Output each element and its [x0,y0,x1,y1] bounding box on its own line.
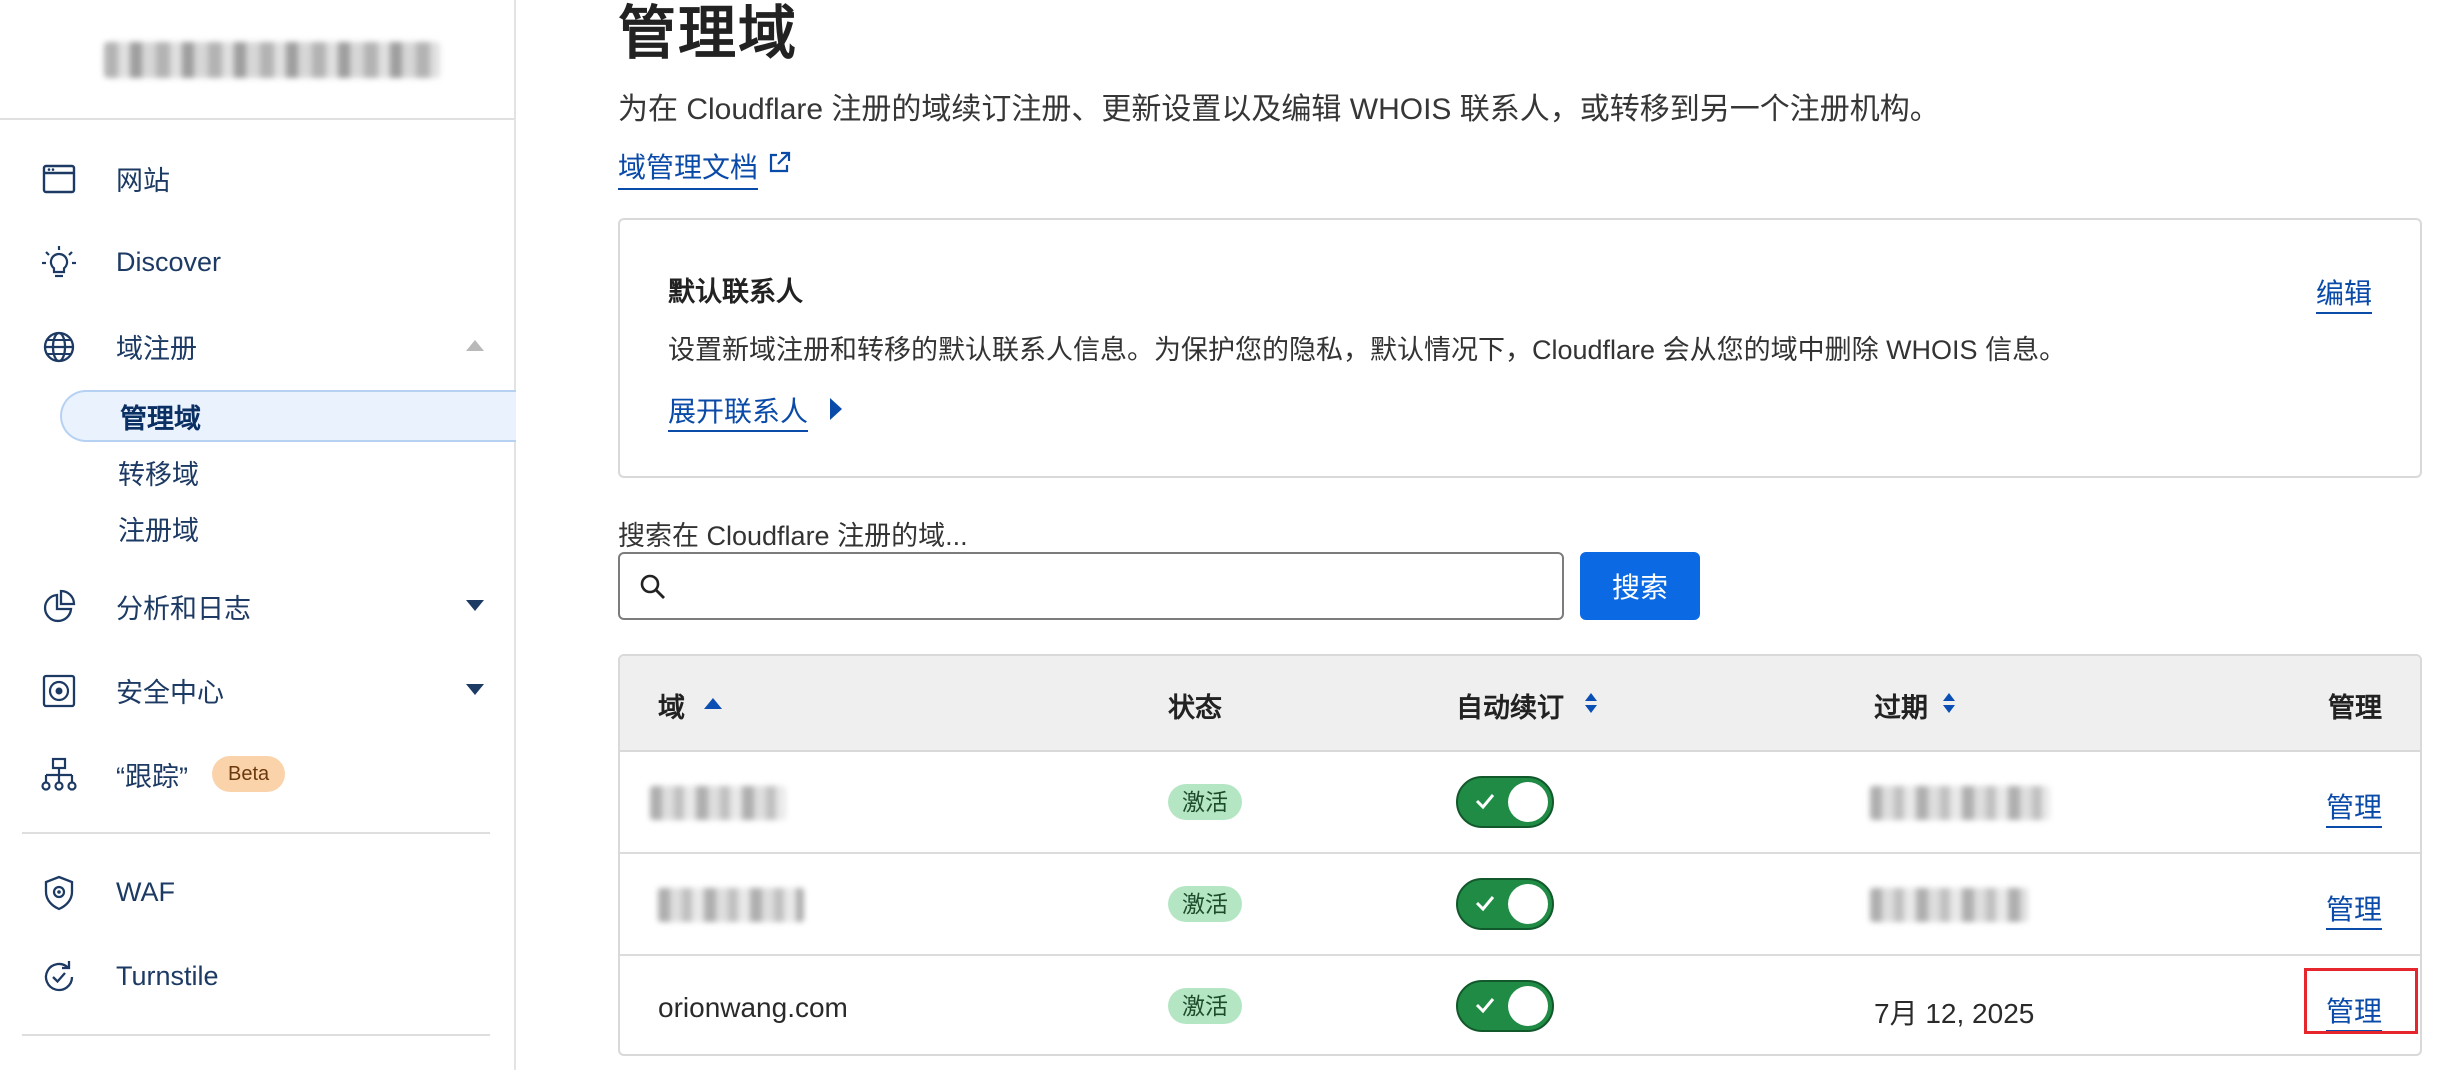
sort-ascending-icon[interactable] [704,698,722,709]
table-row: 激活 管理 [620,854,2420,956]
manage-domain-link[interactable]: 管理 [2325,888,2382,930]
column-header-domain[interactable]: 域 [658,686,685,725]
sidebar-item-label: Discover [116,246,222,277]
caret-right-icon[interactable] [830,398,842,420]
sidebar-item-analytics-logs[interactable]: 分析和日志 [0,576,514,636]
page-description: 为在 Cloudflare 注册的域续订注册、更新设置以及编辑 WHOIS 联系… [618,93,1940,126]
domain-name: orionwang.com [658,992,848,1023]
expand-contacts-link[interactable]: 展开联系人 [668,390,809,432]
status-badge: 激活 [1168,886,1242,922]
search-field[interactable] [618,552,1564,620]
check-icon [1475,794,1495,810]
search-icon [638,572,668,602]
sidebar-divider [0,118,514,120]
sidebar-subitem-label: 注册域 [118,515,199,546]
sidebar-subitem-label: 转移域 [118,459,199,490]
sitemap-icon [40,756,78,794]
highlight-annotation [2304,968,2418,1034]
check-icon [1475,896,1495,912]
sidebar-subitem-register-domains[interactable]: 注册域 [60,502,516,554]
domain-name-redacted [650,786,786,820]
sidebar-subitem-label: 管理域 [120,403,201,434]
toggle-knob [1508,986,1548,1026]
auto-renew-toggle[interactable] [1456,980,1554,1032]
auto-renew-toggle[interactable] [1456,878,1554,930]
sidebar: 网站 Discover 域注册 管理域 转移域 注册域 分析和日志 安全中心 “… [0,0,516,1070]
sidebar-item-label: WAF [116,876,175,907]
status-badge: 激活 [1168,988,1242,1024]
shield-gear-icon [40,874,78,912]
column-header-expiry[interactable]: 过期 [1874,686,1928,725]
pie-chart-icon [40,588,78,626]
sidebar-divider [22,832,490,834]
card-title: 默认联系人 [668,277,803,307]
search-label: 搜索在 Cloudflare 注册的域... [618,521,968,551]
table-row: orionwang.com 激活 7月 12, 2025 管理 [620,956,2420,1054]
toggle-knob [1508,884,1548,924]
security-center-icon [40,672,78,710]
sidebar-item-label: Turnstile [116,960,219,991]
chevron-down-icon [466,600,484,611]
sidebar-item-label: 域注册 [116,333,197,364]
table-row: 激活 管理 [620,752,2420,854]
sidebar-subitem-manage-domains[interactable]: 管理域 [60,390,516,442]
browser-window-icon [40,160,78,198]
domain-name-redacted [658,888,804,922]
sidebar-item-domain-registration[interactable]: 域注册 [0,316,514,376]
search-button[interactable]: 搜索 [1580,552,1700,620]
expiry-date-redacted [1870,786,2050,820]
sidebar-item-trace[interactable]: “跟踪” Beta [0,744,514,804]
table-header: 域 状态 自动续订 过期 管理 [620,656,2420,752]
sort-toggle-icon[interactable] [1584,692,1598,714]
manage-domain-link[interactable]: 管理 [2325,786,2382,828]
domain-docs-link[interactable]: 域管理文档 [618,146,759,190]
sidebar-divider [22,1034,490,1036]
sidebar-item-discover[interactable]: Discover [0,232,514,292]
edit-contact-link[interactable]: 编辑 [2315,272,2372,314]
auto-renew-toggle[interactable] [1456,776,1554,828]
page-title: 管理域 [618,1,799,66]
chevron-up-icon [466,340,484,351]
sidebar-item-websites[interactable]: 网站 [0,148,514,208]
default-contact-card: 默认联系人 设置新域注册和转移的默认联系人信息。为保护您的隐私，默认情况下，Cl… [618,218,2422,478]
card-description: 设置新域注册和转移的默认联系人信息。为保护您的隐私，默认情况下，Cloudfla… [668,335,2067,365]
account-name-redacted[interactable] [104,42,440,78]
expiry-date-redacted [1870,888,2028,922]
sidebar-item-waf[interactable]: WAF [0,862,514,922]
check-icon [1475,998,1495,1014]
sidebar-item-label: “跟踪” [116,761,188,792]
column-header-status: 状态 [1168,693,1222,723]
main-content: 管理域 为在 Cloudflare 注册的域续订注册、更新设置以及编辑 WHOI… [618,0,2428,1070]
chevron-down-icon [466,684,484,695]
sidebar-item-security-center[interactable]: 安全中心 [0,660,514,720]
status-badge: 激活 [1168,784,1242,820]
sidebar-item-turnstile[interactable]: Turnstile [0,946,514,1006]
expiry-date: 7月 12, 2025 [1874,998,2035,1029]
column-header-manage: 管理 [2328,693,2382,723]
column-header-auto-renew[interactable]: 自动续订 [1456,686,1564,725]
external-link-icon[interactable] [766,150,792,176]
search-input[interactable] [680,560,1550,612]
sidebar-item-label: 安全中心 [116,677,224,708]
lightbulb-icon [40,244,78,282]
toggle-knob [1508,782,1548,822]
beta-badge: Beta [212,756,286,792]
sidebar-item-label: 网站 [116,165,170,196]
sort-toggle-icon[interactable] [1942,692,1956,714]
turnstile-icon [40,958,78,996]
sidebar-subitem-transfer-domains[interactable]: 转移域 [60,446,516,498]
domains-table: 域 状态 自动续订 过期 管理 激活 管理 激活 管理 orionwang.co… [618,654,2422,1056]
globe-icon [40,328,78,366]
sidebar-item-label: 分析和日志 [116,593,251,624]
